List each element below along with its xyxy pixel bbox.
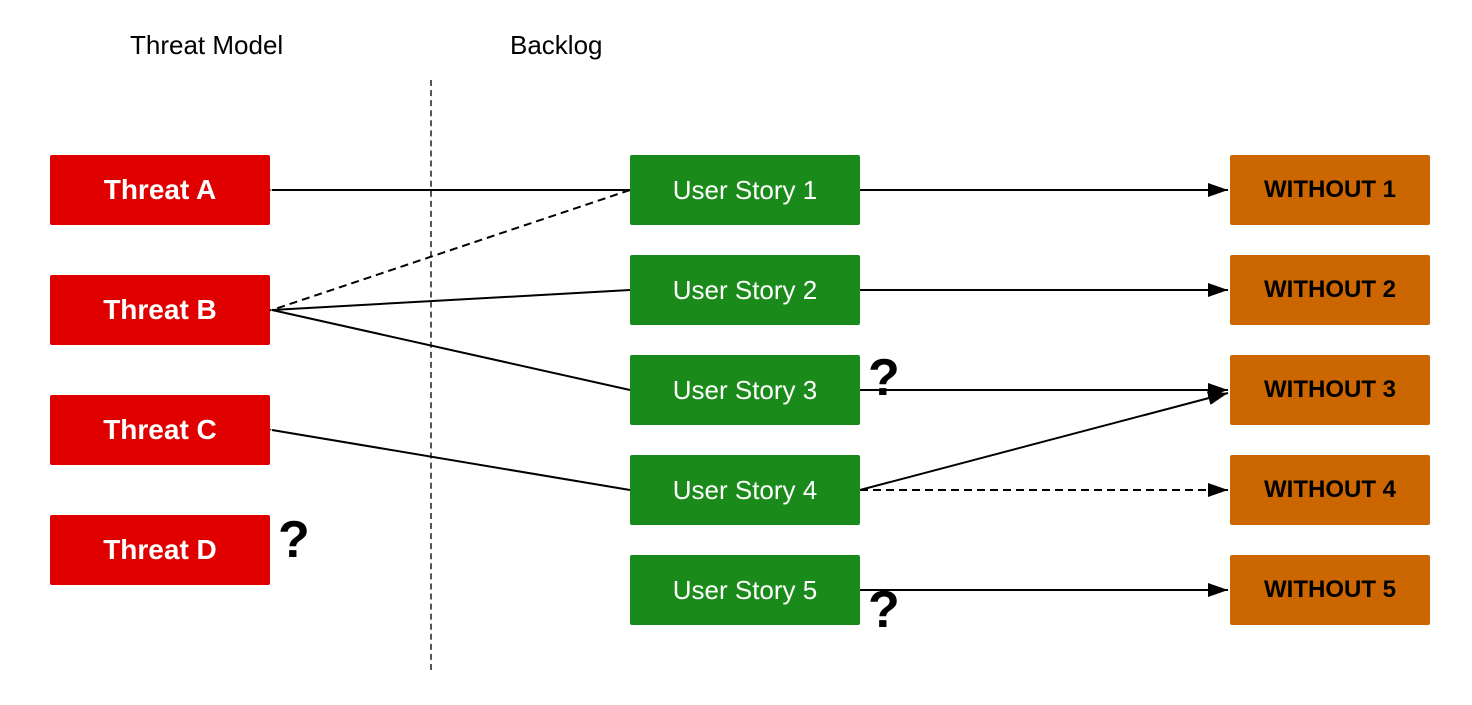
threat-d-box: Threat D	[50, 515, 270, 585]
without-2-box: WITHOUT 2	[1230, 255, 1430, 325]
story-2-box: User Story 2	[630, 255, 860, 325]
story-3-box: User Story 3	[630, 355, 860, 425]
backlog-header: Backlog	[510, 30, 603, 61]
arrow-story4-threatC	[272, 430, 630, 490]
arrow-story3-threatB	[272, 310, 630, 390]
arrow-story4-without3	[860, 393, 1228, 490]
arrow-story1-threatB-dashed	[272, 190, 630, 310]
threat-model-header: Threat Model	[130, 30, 283, 61]
story-4-box: User Story 4	[630, 455, 860, 525]
divider	[430, 80, 432, 670]
without-1-box: WITHOUT 1	[1230, 155, 1430, 225]
arrow-story2-threatB	[272, 290, 630, 310]
threat-a-box: Threat A	[50, 155, 270, 225]
threat-d-question: ?	[278, 510, 310, 570]
without-4-box: WITHOUT 4	[1230, 455, 1430, 525]
diagram-container: Threat Model Backlog	[0, 0, 1472, 705]
story-1-box: User Story 1	[630, 155, 860, 225]
without-3-box: WITHOUT 3	[1230, 355, 1430, 425]
story-3-question: ?	[868, 348, 900, 408]
threat-b-box: Threat B	[50, 275, 270, 345]
without-5-box: WITHOUT 5	[1230, 555, 1430, 625]
threat-c-box: Threat C	[50, 395, 270, 465]
story-5-box: User Story 5	[630, 555, 860, 625]
story-5-question: ?	[868, 580, 900, 640]
